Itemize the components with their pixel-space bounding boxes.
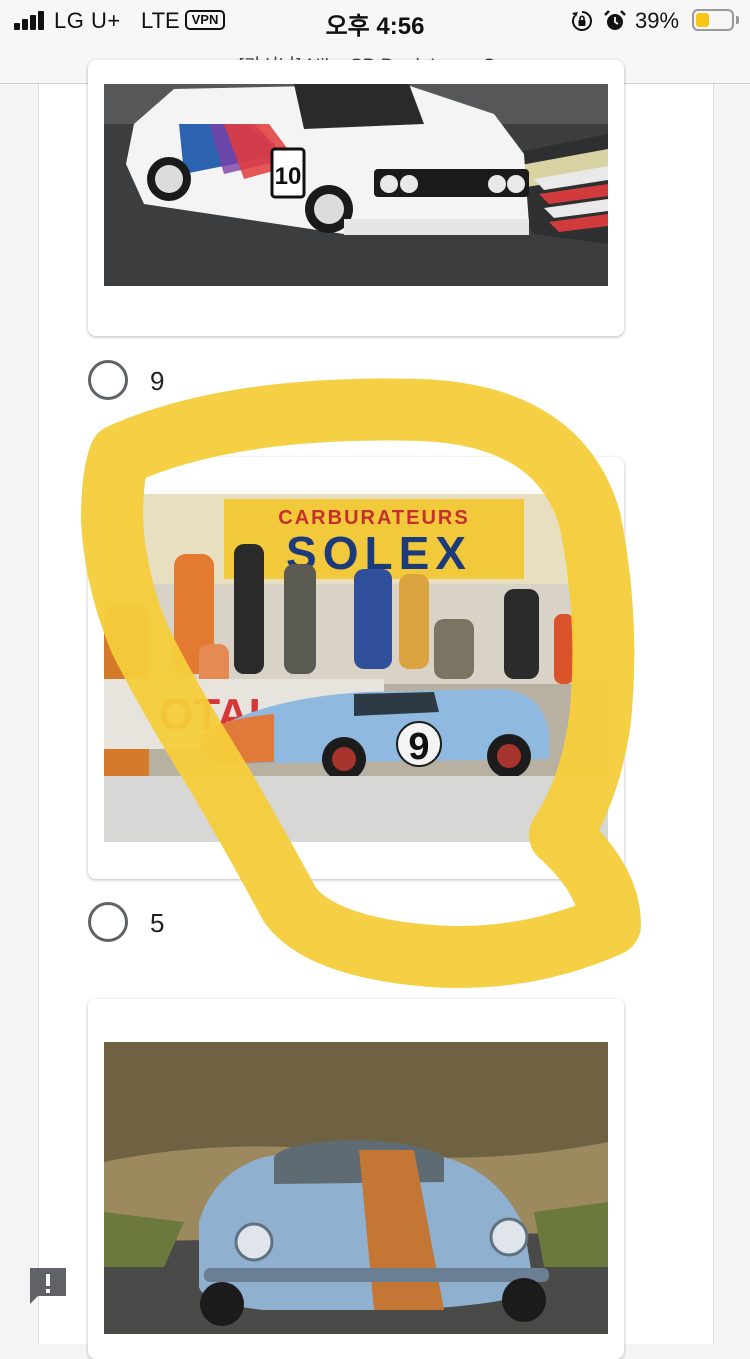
option-image-gt40-race-car: CARBURATEURS SOLEX OTAL 9	[104, 494, 608, 842]
option-label-5: 5	[150, 908, 165, 938]
battery-icon	[692, 9, 734, 31]
option-row-9[interactable]: 9	[88, 360, 208, 402]
race-number-9: 9	[408, 726, 429, 768]
banner-top-text: CARBURATEURS	[278, 507, 469, 529]
option-row-5[interactable]: 5	[88, 902, 208, 944]
battery-tip	[736, 16, 739, 24]
option-image-porsche-911	[104, 1042, 608, 1334]
status-bar: LG U+ LTE VPN 오후 4:56 39%	[0, 0, 750, 42]
radio-button-9[interactable]	[88, 360, 128, 400]
option-image-bmw-race-car: 10	[104, 84, 608, 286]
alarm-icon	[604, 10, 626, 30]
rotation-lock-icon	[572, 11, 592, 31]
race-number-10: 10	[275, 163, 302, 190]
battery-percent: 39%	[635, 8, 680, 33]
report-feedback-icon[interactable]	[28, 1266, 68, 1306]
battery-level	[696, 13, 710, 27]
radio-button-5[interactable]	[88, 902, 128, 942]
option-label-9: 9	[150, 366, 165, 396]
